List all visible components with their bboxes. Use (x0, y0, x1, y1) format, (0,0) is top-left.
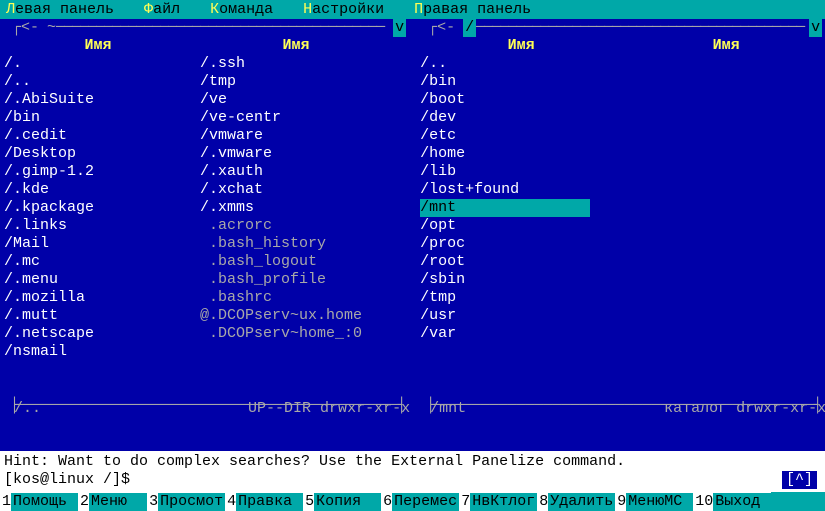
fkey-9[interactable]: 9МенюМС (615, 493, 693, 511)
file-row[interactable]: /mnt (420, 199, 626, 217)
file-row[interactable]: .acrorc (200, 217, 396, 235)
file-row[interactable]: /home (420, 145, 626, 163)
fkey-6[interactable]: 6Перемес (381, 493, 459, 511)
panel-corner: ┌<- (428, 19, 455, 37)
left-panel-head: ┌<- ~ ──────────────────────────────────… (0, 19, 416, 37)
right-status-name: /mnt (430, 400, 466, 420)
file-row[interactable]: /proc (420, 235, 626, 253)
fkey-5[interactable]: 5Копия (303, 493, 381, 511)
file-row[interactable]: /tmp (420, 289, 626, 307)
file-row[interactable]: /.vmware (200, 145, 396, 163)
file-row[interactable]: /tmp (200, 73, 396, 91)
file-row[interactable]: /ve (200, 91, 396, 109)
shell-prompt[interactable]: [kos@linux /]$ (4, 471, 130, 488)
file-row[interactable]: /ve-centr (200, 109, 396, 127)
file-row[interactable]: /dev (420, 109, 626, 127)
file-row[interactable]: /bin (4, 109, 196, 127)
left-status-attrs: UP--DIR drwxr-xr-x (248, 400, 410, 420)
file-column (626, 55, 825, 397)
left-col-heads: ИмяИмя (0, 37, 416, 55)
file-row[interactable]: /.mc (4, 253, 196, 271)
file-row[interactable]: .bashrc (200, 289, 396, 307)
panel-corner: ┌<- (12, 19, 39, 37)
menubar: Левая панель Файл Команда Настройки Правая п… (0, 0, 825, 19)
file-column: /../bin/boot/dev/etc/home/lib/lost+found… (416, 55, 626, 397)
left-file-listing: /./../.AbiSuite/bin/.cedit/Desktop/.gimp… (0, 55, 416, 397)
file-row[interactable]: /vmware (200, 127, 396, 145)
file-row[interactable]: /.gimp-1.2 (4, 163, 196, 181)
menu-item-3[interactable]: Настройки (303, 1, 384, 19)
hint-line: Hint: Want to do complex searches? Use t… (4, 453, 821, 471)
file-row[interactable]: /etc (420, 127, 626, 145)
file-row[interactable]: .bash_logout (200, 253, 396, 271)
file-row[interactable]: /usr (420, 307, 626, 325)
file-row[interactable]: /lost+found (420, 181, 626, 199)
file-row[interactable]: /.. (420, 55, 626, 73)
file-row[interactable]: /.. (4, 73, 196, 91)
function-key-bar: 1Помощь 2Меню 3Просмот4Правка 5Копия 6Пе… (0, 492, 825, 511)
menu-item-0[interactable]: Левая панель (6, 1, 114, 19)
menu-item-1[interactable]: Файл (144, 1, 180, 19)
file-row[interactable]: /Desktop (4, 145, 196, 163)
right-col-heads: ИмяИмя (416, 37, 825, 55)
caret-indicator: [^] (782, 471, 817, 489)
file-row[interactable]: /root (420, 253, 626, 271)
file-column: /.ssh/tmp/ve/ve-centr/vmware/.vmware/.xa… (196, 55, 396, 397)
fkey-1[interactable]: 1Помощь (0, 493, 78, 511)
fkey-4[interactable]: 4Правка (225, 493, 303, 511)
file-row[interactable]: /.netscape (4, 325, 196, 343)
right-panel: ┌<- / ──────────────────────────────────… (416, 19, 825, 451)
file-row[interactable]: /.xauth (200, 163, 396, 181)
file-row[interactable]: /.xmms (200, 199, 396, 217)
fkey-8[interactable]: 8Удалить (537, 493, 615, 511)
file-row[interactable]: /boot (420, 91, 626, 109)
file-row[interactable]: /.ssh (200, 55, 396, 73)
right-status-attrs: каталог drwxr-xr-x (664, 400, 825, 420)
file-row[interactable]: /opt (420, 217, 626, 235)
file-column: /./../.AbiSuite/bin/.cedit/Desktop/.gimp… (0, 55, 196, 397)
file-row[interactable]: /.AbiSuite (4, 91, 196, 109)
fkey-7[interactable]: 7НвКтлог (459, 493, 537, 511)
right-panel-path: / (463, 19, 476, 37)
file-row[interactable]: /.links (4, 217, 196, 235)
menu-item-2[interactable]: Команда (210, 1, 273, 19)
column-header: Имя (626, 37, 825, 55)
right-file-listing: /../bin/boot/dev/etc/home/lib/lost+found… (416, 55, 825, 397)
file-row[interactable]: .bash_profile (200, 271, 396, 289)
fkey-3[interactable]: 3Просмот (147, 493, 225, 511)
file-row[interactable]: /.mozilla (4, 289, 196, 307)
file-row[interactable]: /.kde (4, 181, 196, 199)
column-header: Имя (0, 37, 196, 55)
fkey-10[interactable]: 10Выход (693, 493, 771, 511)
file-row[interactable]: .bash_history (200, 235, 396, 253)
file-row[interactable]: /lib (420, 163, 626, 181)
file-row[interactable]: @.DCOPserv~ux.home (200, 307, 396, 325)
file-row[interactable]: /var (420, 325, 626, 343)
fkey-2[interactable]: 2Меню (78, 493, 147, 511)
column-header: Имя (416, 37, 626, 55)
file-row[interactable]: /.xchat (200, 181, 396, 199)
scroll-down-icon[interactable]: v (809, 19, 822, 37)
column-header: Имя (196, 37, 396, 55)
panel-border: ────────────────────────────────────────… (476, 19, 812, 37)
file-row[interactable]: /. (4, 55, 196, 73)
scroll-down-icon[interactable]: v (393, 19, 406, 37)
left-status-name: /.. (14, 400, 41, 420)
file-row[interactable]: /.mutt (4, 307, 196, 325)
panels: ┌<- ~ ──────────────────────────────────… (0, 19, 825, 451)
menu-item-4[interactable]: Правая панель (414, 1, 531, 19)
file-row[interactable]: /sbin (420, 271, 626, 289)
right-panel-head: ┌<- / ──────────────────────────────────… (416, 19, 825, 37)
file-row[interactable]: /.cedit (4, 127, 196, 145)
left-panel: ┌<- ~ ──────────────────────────────────… (0, 19, 416, 451)
file-row[interactable]: /Mail (4, 235, 196, 253)
file-row[interactable]: /.kpackage (4, 199, 196, 217)
file-row[interactable]: /nsmail (4, 343, 196, 361)
left-panel-path: ~ (47, 19, 56, 37)
file-row[interactable]: .DCOPserv~home_:0 (200, 325, 396, 343)
file-row[interactable]: /.menu (4, 271, 196, 289)
terminal-area: Hint: Want to do complex searches? Use t… (0, 451, 825, 492)
panel-border: ────────────────────────────────────────… (56, 19, 396, 37)
file-row[interactable]: /bin (420, 73, 626, 91)
